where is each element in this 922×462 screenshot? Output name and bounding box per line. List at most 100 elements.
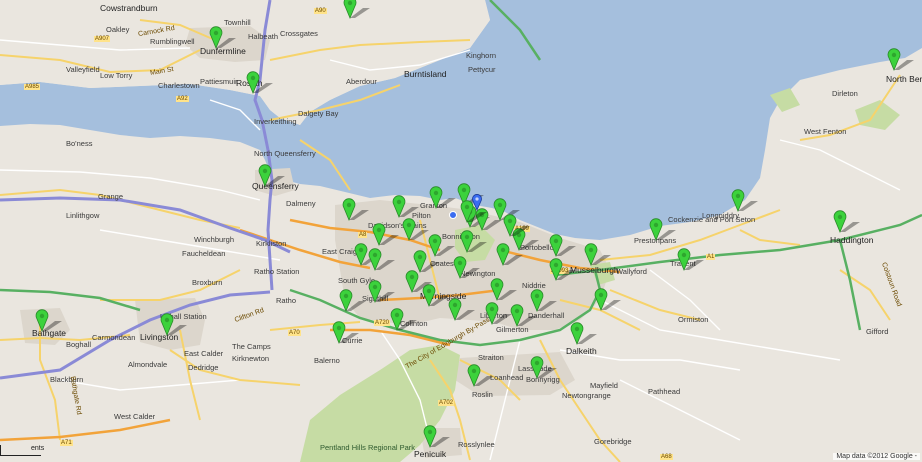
place-label: North Berwick <box>886 74 922 84</box>
map-marker-pin[interactable] <box>390 308 417 332</box>
map-marker-pin[interactable] <box>209 26 236 50</box>
place-label: Halbeath <box>248 32 279 41</box>
map-marker-pin[interactable] <box>496 243 523 267</box>
map-marker-pin[interactable] <box>549 234 576 258</box>
map-marker-pin[interactable] <box>368 280 395 304</box>
road-number: A907 <box>94 36 111 42</box>
map-marker-pin[interactable] <box>833 210 860 234</box>
map-marker-pin[interactable] <box>429 186 456 210</box>
current-location-marker[interactable] <box>470 194 484 218</box>
scale-bar: ents <box>0 445 44 456</box>
map-marker-pin[interactable] <box>342 198 369 222</box>
map-marker-pin[interactable] <box>731 189 758 213</box>
map-marker-pin[interactable] <box>460 230 487 254</box>
place-label: Pattiesmuir <box>200 77 238 86</box>
place-label: Ratho <box>276 296 297 305</box>
map-marker-pin[interactable] <box>332 321 359 345</box>
road-number: A1 <box>706 254 716 260</box>
map-marker-pin[interactable] <box>422 284 449 308</box>
map-marker-pin[interactable] <box>448 298 475 322</box>
map-marker-pin[interactable] <box>339 289 366 313</box>
place-label: Broxburn <box>192 278 223 287</box>
map-marker-pin[interactable] <box>368 248 395 272</box>
place-label: Winchburgh <box>194 235 235 244</box>
place-label: Haddington <box>830 235 874 245</box>
place-label: Dirleton <box>832 89 858 98</box>
place-label: Ratho Station <box>254 267 300 276</box>
place-label: Dedridge <box>188 363 219 372</box>
place-label: Grange <box>98 192 124 201</box>
place-label: The Camps <box>232 342 271 351</box>
map-marker-pin[interactable] <box>246 71 273 95</box>
map-marker-pin[interactable] <box>35 309 62 333</box>
location-dot <box>449 211 457 219</box>
map-marker-pin[interactable] <box>530 356 557 380</box>
map-marker-pin[interactable] <box>503 214 530 238</box>
map-marker-pin[interactable] <box>405 270 432 294</box>
road-number: A71 <box>60 440 73 446</box>
place-label: Almondvale <box>128 360 168 369</box>
place-label: Kinghorn <box>466 51 497 60</box>
map-marker-pin[interactable] <box>570 322 597 346</box>
road-number: A68 <box>660 454 673 460</box>
map-marker-pin[interactable] <box>649 218 676 242</box>
place-label: Wallyford <box>616 267 647 276</box>
map-marker-pin[interactable] <box>530 289 557 313</box>
road-number: A90 <box>314 8 327 14</box>
map-marker-pin[interactable] <box>392 195 419 219</box>
road-number: A8 <box>358 232 368 238</box>
place-label: Pathhead <box>648 387 681 396</box>
place-label: Aberdour <box>346 77 377 86</box>
map-marker-pin[interactable] <box>402 218 429 242</box>
place-label: Mayfield <box>590 381 618 390</box>
place-label: Faucheldean <box>182 249 226 258</box>
map-marker-pin[interactable] <box>372 223 399 247</box>
map-marker-pin[interactable] <box>677 248 704 272</box>
place-label: Dalmeny <box>286 199 316 208</box>
map-marker-pin[interactable] <box>594 288 621 312</box>
place-label: West Fenton <box>804 127 847 136</box>
map-marker-pin[interactable] <box>887 48 914 72</box>
place-label: Newtongrange <box>562 391 611 400</box>
map-view[interactable]: Cowstrandburn Oakley Rumblingwell Townhill H… <box>0 0 922 462</box>
road-number: A985 <box>24 84 41 90</box>
place-label: Rumblingwell <box>150 37 195 46</box>
map-marker-pin[interactable] <box>485 302 512 326</box>
place-label: North Queensferry <box>254 149 316 158</box>
map-marker-pin[interactable] <box>343 0 370 20</box>
map-marker-pin[interactable] <box>549 258 576 282</box>
place-label: Balerno <box>314 356 340 365</box>
place-label: Inverkeithing <box>254 117 297 126</box>
place-label: Kirkliston <box>256 239 287 248</box>
place-label: Straiton <box>478 353 504 362</box>
place-label: Blackburn <box>50 375 84 384</box>
place-label: Burntisland <box>404 69 447 79</box>
place-label: Roslin <box>472 390 493 399</box>
place-label: West Calder <box>114 412 156 421</box>
place-label: Oakley <box>106 25 130 34</box>
place-label: Bo'ness <box>66 139 93 148</box>
place-label: Gifford <box>866 327 889 336</box>
place-label: Charlestown <box>158 81 200 90</box>
place-label: Valleyfield <box>66 65 100 74</box>
map-marker-pin[interactable] <box>453 256 480 280</box>
road-number: A702 <box>438 400 455 406</box>
map-marker-pin[interactable] <box>423 425 450 449</box>
place-label: Penicuik <box>414 449 447 459</box>
map-marker-pin[interactable] <box>490 278 517 302</box>
place-label: Pentland Hills Regional Park <box>320 443 416 452</box>
place-label: Gorebridge <box>594 437 632 446</box>
map-marker-pin[interactable] <box>354 243 381 267</box>
map-attribution: Map data ©2012 Google - <box>833 453 920 460</box>
map-marker-pin[interactable] <box>467 364 494 388</box>
place-label: Linlithgow <box>66 211 100 220</box>
place-label: Carmondean <box>92 333 136 342</box>
map-marker-pin[interactable] <box>584 243 611 267</box>
map-marker-pin[interactable] <box>510 304 537 328</box>
map-marker-pin[interactable] <box>258 164 285 188</box>
place-label: Dalgety Bay <box>298 109 339 118</box>
place-label: Longniddry <box>702 211 740 220</box>
place-label: Pettycur <box>468 65 496 74</box>
place-label: Cowstrandburn <box>100 3 158 13</box>
map-marker-pin[interactable] <box>160 313 187 337</box>
